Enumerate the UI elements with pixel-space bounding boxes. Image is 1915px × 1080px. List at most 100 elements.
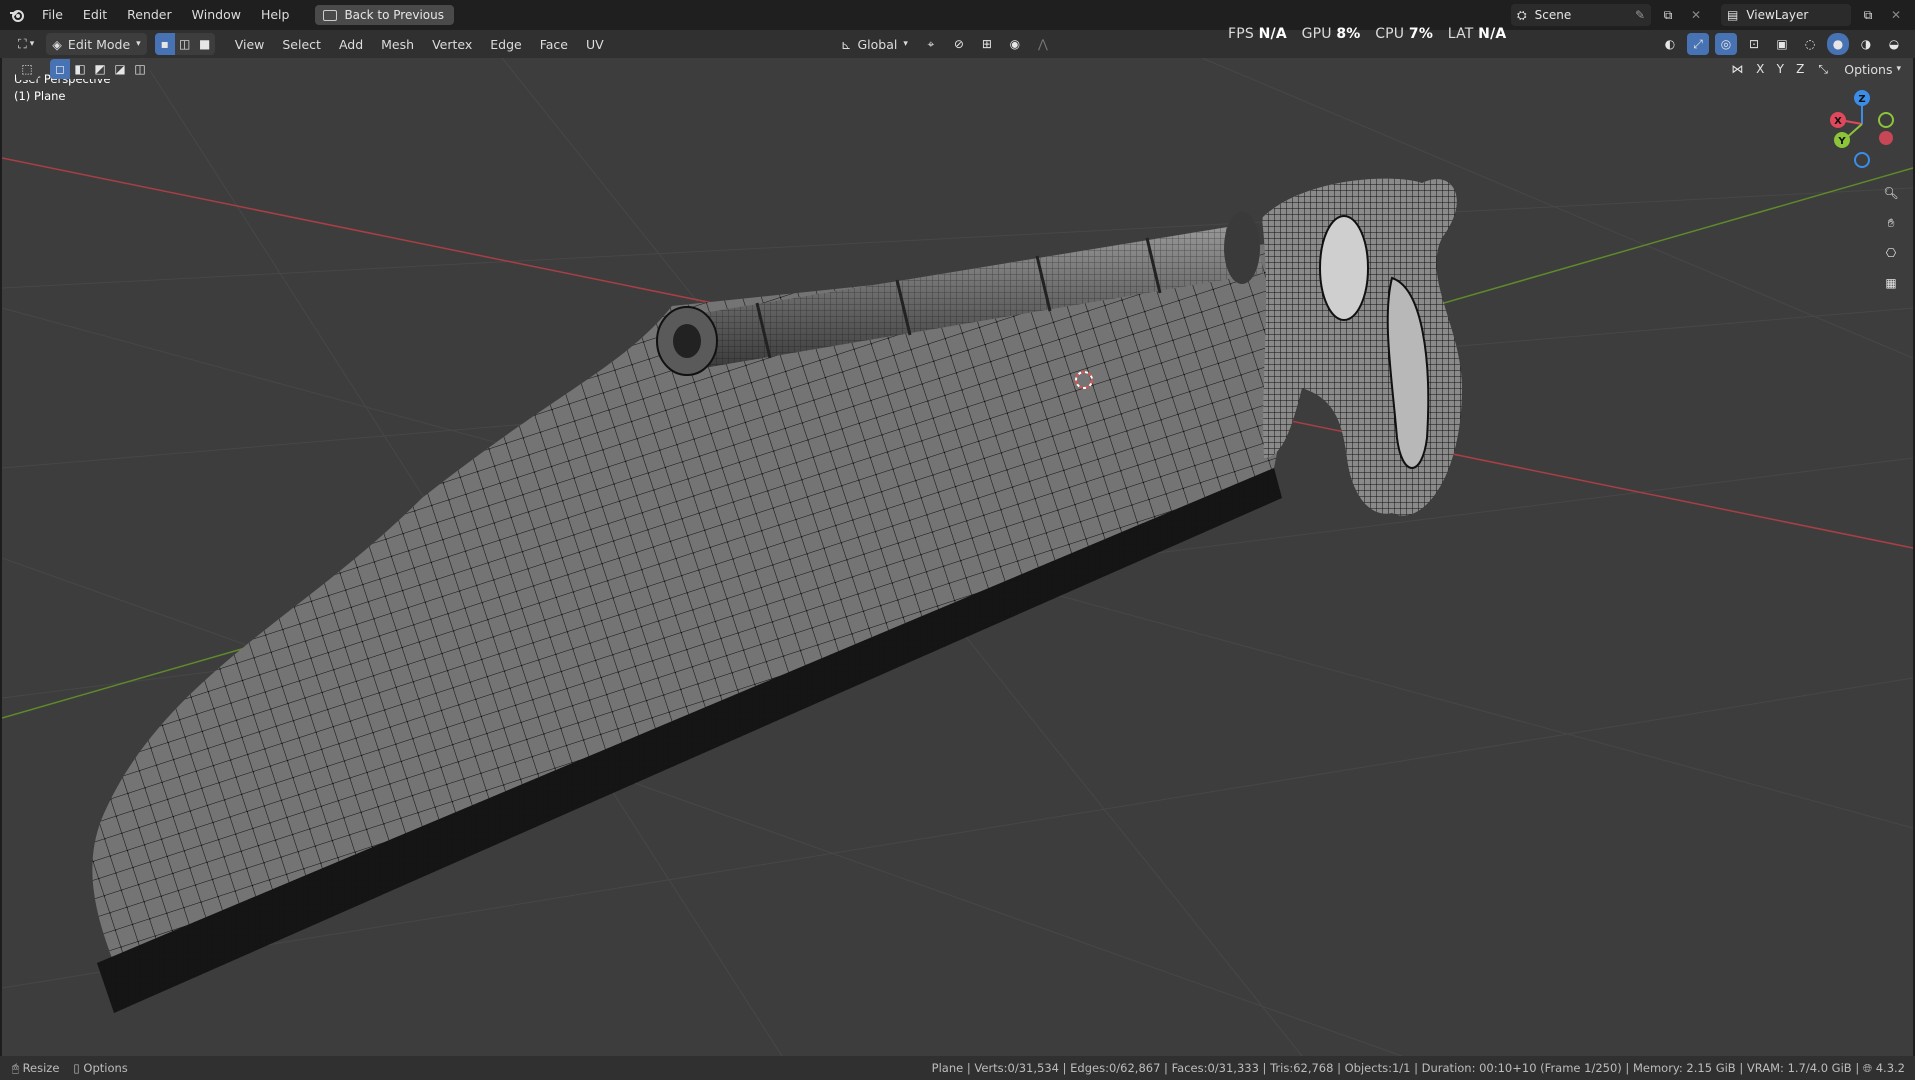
camera-view-icon[interactable]: ⎔ bbox=[1878, 240, 1904, 266]
proportional-edit-icon[interactable]: ◉ bbox=[1004, 33, 1026, 55]
menu-face[interactable]: Face bbox=[534, 33, 574, 55]
transform-orientation-label: Global bbox=[857, 36, 898, 52]
lat-value: N/A bbox=[1478, 26, 1507, 42]
3d-viewport[interactable]: Z X Y User Perspective (1) Plane 🔍︎ ✋︎ ⎔… bbox=[2, 58, 1913, 1056]
new-view-layer-icon[interactable]: ⧉ bbox=[1857, 4, 1879, 26]
editor-type-button[interactable]: ⛶ ▾ bbox=[12, 33, 40, 55]
mouse-right-icon: ▯ bbox=[73, 1061, 80, 1075]
menu-help[interactable]: Help bbox=[251, 0, 300, 30]
solid-shading-icon[interactable]: ● bbox=[1827, 33, 1849, 55]
menu-render[interactable]: Render bbox=[117, 0, 182, 30]
select-invert-icon[interactable]: ◪ bbox=[110, 59, 130, 79]
zoom-icon[interactable]: 🔍︎ bbox=[1878, 180, 1904, 206]
mirror-options: ⋈ X Y Z ⤡ Options ▾ bbox=[1726, 58, 1907, 80]
viewport-shading-tools: ◐ ⤢ ◎ ⊡ ▣ ◌ ● ◑ ◒ bbox=[1659, 33, 1905, 55]
view-layer-selector[interactable]: ▤ ViewLayer bbox=[1721, 4, 1851, 26]
navigation-gizmo[interactable]: Z X Y bbox=[1830, 90, 1894, 168]
menu-mesh[interactable]: Mesh bbox=[375, 33, 420, 55]
view-layer-name: ViewLayer bbox=[1746, 8, 1809, 22]
menu-edit[interactable]: Edit bbox=[73, 0, 117, 30]
pan-hand-icon[interactable]: ✋︎ bbox=[1878, 210, 1904, 236]
select-subtract-icon[interactable]: ◩ bbox=[90, 59, 110, 79]
menu-edge[interactable]: Edge bbox=[484, 33, 527, 55]
snap-target-icon[interactable]: ⊞ bbox=[976, 33, 998, 55]
statistics-text: Plane | Verts:0/31,534 | Edges:0/62,867 … bbox=[931, 1060, 1863, 1075]
transform-orientation-selector[interactable]: ⊾ Global ▾ bbox=[835, 33, 914, 55]
back-to-previous-label: Back to Previous bbox=[344, 8, 444, 22]
cpu-value: 7% bbox=[1408, 26, 1434, 42]
menu-select[interactable]: Select bbox=[276, 33, 327, 55]
select-tool-icon[interactable]: ⬚ bbox=[16, 58, 38, 80]
gpu-label: GPU bbox=[1301, 26, 1332, 42]
back-to-previous-button[interactable]: Back to Previous bbox=[315, 5, 454, 25]
version-label: 4.3.2 bbox=[1875, 1060, 1905, 1075]
pivot-point-icon[interactable]: ⌖ bbox=[920, 33, 942, 55]
wireframe-shading-icon[interactable]: ◌ bbox=[1799, 33, 1821, 55]
selection-mode-toggle: ◻ ◧ ◩ ◪ ◫ bbox=[50, 59, 150, 79]
rendered-shading-icon[interactable]: ◒ bbox=[1883, 33, 1905, 55]
delete-scene-icon[interactable]: ✕ bbox=[1685, 4, 1707, 26]
fps-label: FPS bbox=[1228, 26, 1254, 42]
visibility-icon[interactable]: ◐ bbox=[1659, 33, 1681, 55]
menu-add[interactable]: Add bbox=[333, 33, 369, 55]
pin-icon[interactable]: ✎ bbox=[1635, 8, 1645, 22]
mesh-edit-overlay-icon[interactable]: ⊡ bbox=[1743, 33, 1765, 55]
face-select-icon[interactable]: ■ bbox=[195, 33, 215, 55]
material-shading-icon[interactable]: ◑ bbox=[1855, 33, 1877, 55]
scene-name: Scene bbox=[1534, 8, 1572, 22]
mouse-icon: 🖱︎ bbox=[12, 1060, 19, 1075]
xray-icon[interactable]: ▣ bbox=[1771, 33, 1793, 55]
vertex-select-icon[interactable]: ▪ bbox=[154, 33, 175, 55]
transform-tools: ⊾ Global ▾ ⌖ ⊘ ⊞ ◉ ⋀ bbox=[835, 33, 1054, 55]
resize-hint: 🖱︎ Resize bbox=[12, 1060, 60, 1075]
select-mode-toggle: ▪ ◫ ■ bbox=[154, 33, 215, 55]
mirror-icon[interactable]: ⋈ bbox=[1726, 58, 1748, 80]
orientation-icon: ⊾ bbox=[841, 36, 852, 52]
workspace-selectors: ⛭ Scene ✎ ⧉ ✕ ▤ ViewLayer ⧉ ✕ bbox=[1511, 4, 1907, 26]
edit-mode-icon: ◈ bbox=[52, 36, 62, 52]
menu-vertex[interactable]: Vertex bbox=[426, 33, 478, 55]
overlay-toggle-icon[interactable]: ◎ bbox=[1715, 33, 1737, 55]
snap-icon[interactable]: ⊘ bbox=[948, 33, 970, 55]
view-layer-icon: ▤ bbox=[1727, 8, 1739, 22]
gpu-value: 8% bbox=[1336, 26, 1361, 42]
gizmo-z-label: Z bbox=[1858, 94, 1865, 105]
delete-view-layer-icon[interactable]: ✕ bbox=[1885, 4, 1907, 26]
mode-label: Edit Mode bbox=[67, 36, 131, 52]
screen-icon bbox=[323, 9, 338, 21]
menu-uv[interactable]: UV bbox=[580, 33, 610, 55]
gizmo-y-label: Y bbox=[1837, 136, 1846, 147]
mode-selector[interactable]: ◈ Edit Mode ▾ bbox=[46, 33, 147, 55]
menu-view[interactable]: View bbox=[229, 33, 271, 55]
top-bar: File Edit Render Window Help Back to Pre… bbox=[0, 0, 1915, 30]
lat-label: LAT bbox=[1447, 26, 1474, 42]
options-label: Options bbox=[1844, 61, 1893, 77]
menu-window[interactable]: Window bbox=[182, 0, 251, 30]
fps-value: N/A bbox=[1258, 26, 1287, 42]
select-new-icon[interactable]: ◻ bbox=[50, 59, 70, 79]
blender-logo-icon[interactable] bbox=[8, 6, 26, 24]
options-hint: ▯ Options bbox=[73, 1061, 128, 1075]
edge-select-icon[interactable]: ◫ bbox=[175, 33, 195, 55]
auto-merge-icon[interactable]: ⤡ bbox=[1812, 58, 1834, 80]
new-scene-icon[interactable]: ⧉ bbox=[1657, 4, 1679, 26]
select-intersect-icon[interactable]: ◫ bbox=[130, 59, 150, 79]
options-dropdown[interactable]: Options ▾ bbox=[1838, 58, 1907, 80]
axis-z-toggle[interactable]: Z bbox=[1792, 58, 1808, 80]
active-object-label: (1) Plane bbox=[14, 89, 66, 103]
status-bar: 🖱︎ Resize ▯ Options Plane | Verts:0/31,5… bbox=[0, 1056, 1915, 1080]
orthographic-grid-icon[interactable]: ▦ bbox=[1878, 270, 1904, 296]
select-extend-icon[interactable]: ◧ bbox=[70, 59, 90, 79]
menu-file[interactable]: File bbox=[32, 0, 73, 30]
falloff-icon[interactable]: ⋀ bbox=[1032, 33, 1054, 55]
gizmo-toggle-icon[interactable]: ⤢ bbox=[1687, 33, 1709, 55]
saw-mesh[interactable] bbox=[92, 178, 1462, 1013]
axis-x-toggle[interactable]: X bbox=[1752, 58, 1768, 80]
scene-statistics: Plane | Verts:0/31,534 | Edges:0/62,867 … bbox=[932, 1061, 1905, 1076]
scene-canvas[interactable]: Z X Y bbox=[2, 58, 1913, 1056]
scene-selector[interactable]: ⛭ Scene ✎ bbox=[1511, 4, 1651, 26]
axis-y-toggle[interactable]: Y bbox=[1772, 58, 1788, 80]
editor-type-icon: ⛶ bbox=[18, 36, 27, 51]
tool-settings-bar: ⬚ ◻ ◧ ◩ ◪ ◫ ⋈ X Y Z ⤡ Options ▾ bbox=[0, 58, 1915, 80]
globe-icon: 🌐︎ bbox=[1862, 1060, 1873, 1075]
